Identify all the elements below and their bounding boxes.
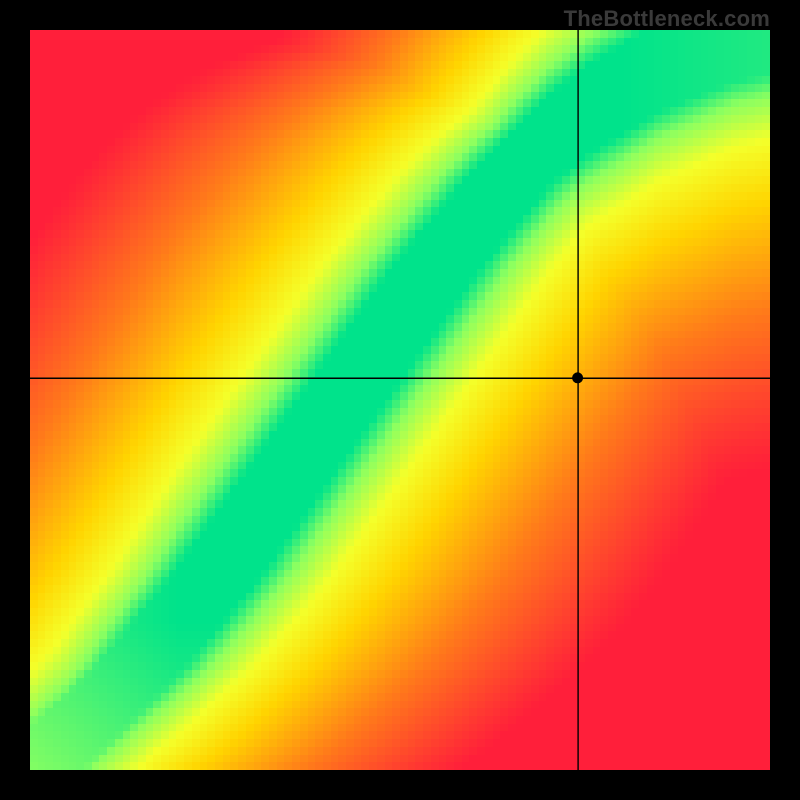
plot-area bbox=[30, 30, 770, 770]
chart-frame: TheBottleneck.com bbox=[0, 0, 800, 800]
watermark-text: TheBottleneck.com bbox=[564, 6, 770, 32]
bottleneck-heatmap bbox=[30, 30, 770, 770]
